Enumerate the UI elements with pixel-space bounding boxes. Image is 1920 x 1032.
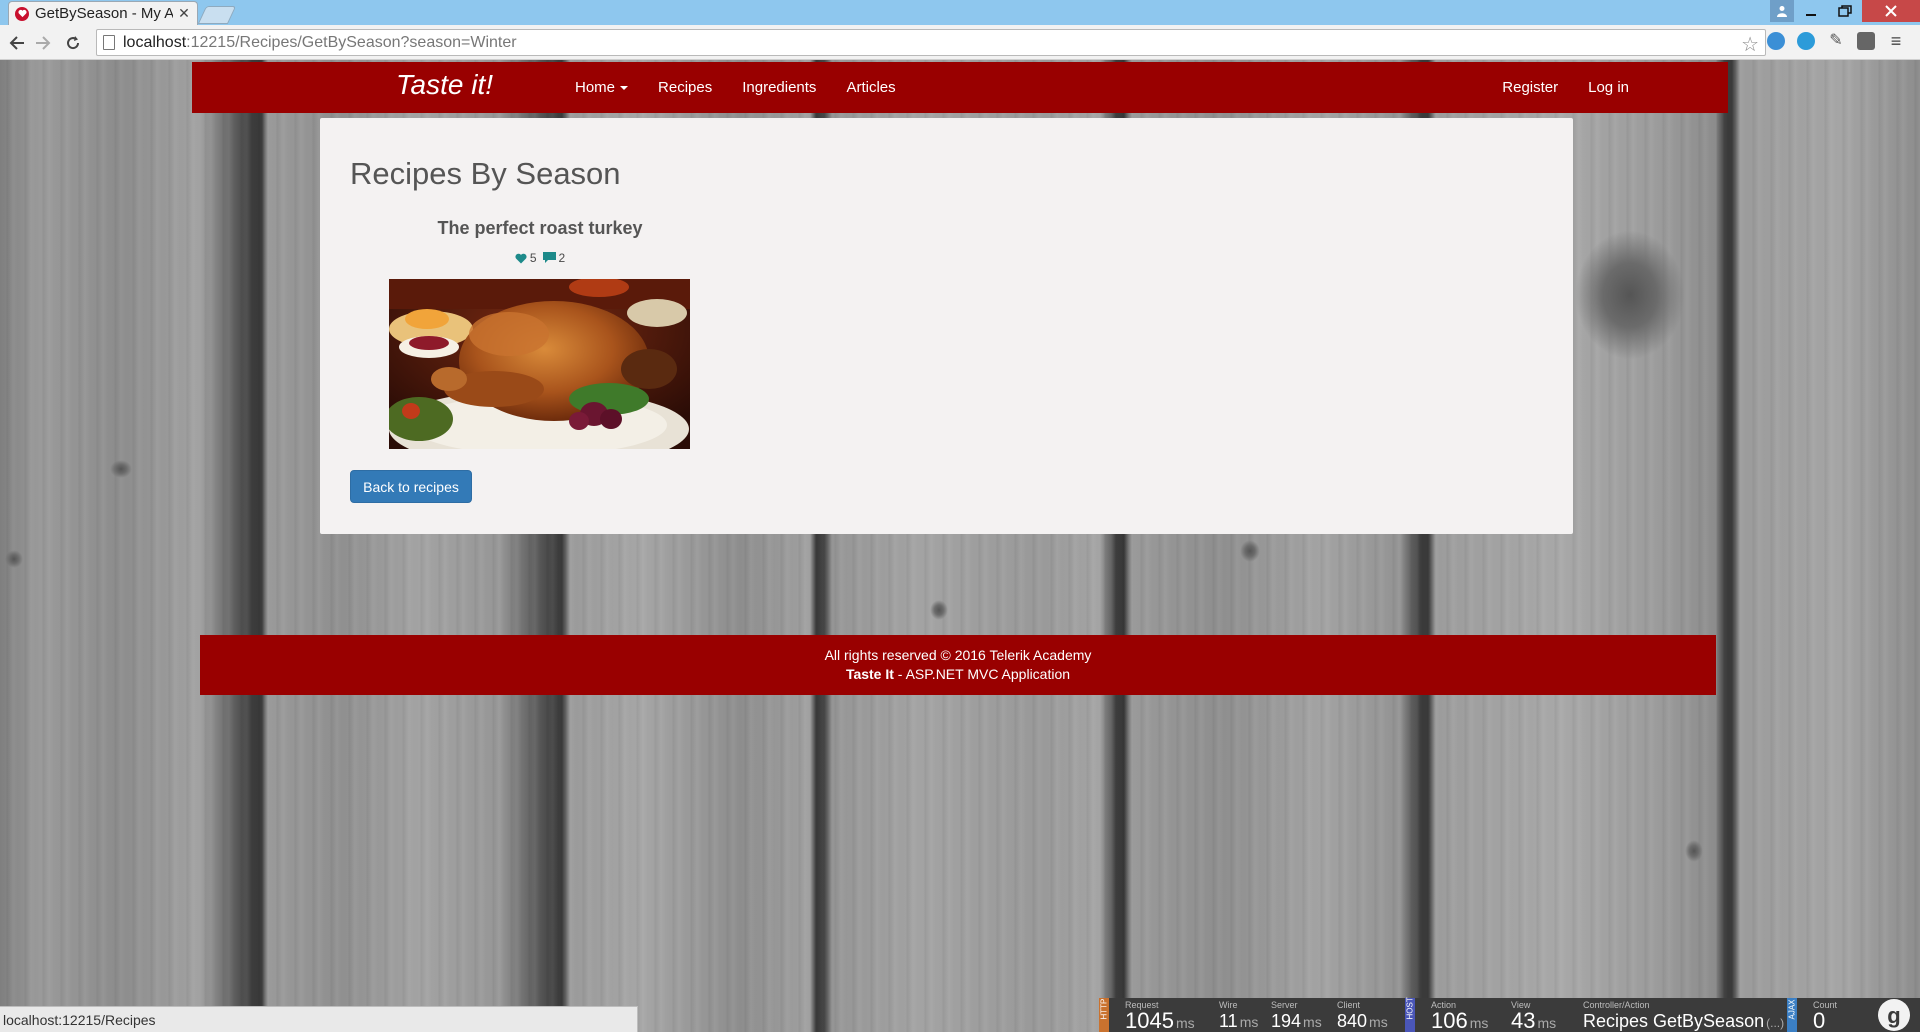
nav-articles[interactable]: Articles: [831, 79, 910, 96]
page-viewport: Taste it! Home Recipes Ingredients Artic…: [0, 60, 1920, 1032]
back-arrow-icon[interactable]: [6, 32, 28, 54]
heart-icon: [515, 253, 527, 264]
wood-knot-decoration: [5, 550, 23, 568]
heart-favicon-icon: [15, 6, 29, 21]
tab-title: GetBySeason - My A: [35, 5, 173, 22]
wood-knot-decoration: [1575, 230, 1685, 360]
glimpse-server[interactable]: Server 194 ms: [1271, 1000, 1322, 1032]
footer-copyright: All rights reserved © 2016 Telerik Acade…: [824, 647, 1092, 663]
caret-down-icon: [620, 86, 629, 91]
new-tab-button[interactable]: [197, 6, 237, 24]
nav-register[interactable]: Register: [1487, 79, 1573, 96]
browser-toolbar: localhost:12215/Recipes/GetBySeason?seas…: [0, 25, 1920, 60]
nav-left: Home Recipes Ingredients Articles: [560, 62, 911, 113]
footer-tagline-rest: - ASP.NET MVC Application: [893, 666, 1071, 682]
bookmark-star-icon[interactable]: ☆: [1741, 32, 1759, 57]
recipe-title[interactable]: The perfect roast turkey: [350, 218, 730, 239]
glimpse-action[interactable]: Action 106 ms: [1431, 1000, 1488, 1032]
glimpse-http-tag: HTTP: [1099, 998, 1109, 1032]
site-footer: All rights reserved © 2016 Telerik Acade…: [200, 635, 1716, 695]
nav-recipes[interactable]: Recipes: [643, 79, 727, 96]
page-title: Recipes By Season: [350, 156, 621, 191]
globe-extension-icon[interactable]: [1767, 32, 1785, 50]
minimize-icon[interactable]: [1794, 0, 1828, 22]
recipe-image[interactable]: [389, 279, 690, 449]
glimpse-wire[interactable]: Wire 11 ms: [1219, 1000, 1258, 1032]
back-to-recipes-button[interactable]: Back to recipes: [350, 470, 472, 503]
browser-tab[interactable]: GetBySeason - My A ✕: [8, 1, 198, 25]
footer-brand: Taste It: [845, 666, 894, 682]
glimpse-host-tag: HOST: [1405, 997, 1415, 1032]
profile-icon[interactable]: [1770, 0, 1794, 22]
glimpse-request[interactable]: Request 1045 ms: [1125, 1000, 1195, 1032]
footer-tagline: Taste It - ASP.NET MVC Application: [200, 666, 1716, 682]
forward-arrow-icon[interactable]: [32, 32, 54, 54]
glimpse-client[interactable]: Client 840 ms: [1337, 1000, 1388, 1032]
nav-right: Register Log in: [1487, 62, 1644, 113]
site-brand[interactable]: Taste it!: [396, 69, 493, 101]
nav-login[interactable]: Log in: [1573, 79, 1644, 96]
window-titlebar: GetBySeason - My A ✕: [0, 0, 1920, 25]
page-icon: [103, 35, 115, 50]
status-url-bubble: localhost:12215/Recipes: [0, 1006, 638, 1032]
close-window-icon[interactable]: [1862, 0, 1920, 22]
recipe-stats: 5 2: [350, 251, 730, 265]
extension-icons: ✎ ≡: [1767, 32, 1905, 50]
comment-icon: [542, 252, 556, 264]
wood-knot-decoration: [1240, 540, 1260, 562]
svg-text:g: g: [1887, 1003, 1900, 1028]
glimpse-ajax-count[interactable]: Count 0: [1813, 1000, 1837, 1032]
wood-knot-decoration: [110, 460, 132, 478]
content-panel: Recipes By Season The perfect roast turk…: [320, 118, 1573, 534]
glimpse-logo-icon[interactable]: g: [1868, 998, 1920, 1032]
address-bar[interactable]: localhost:12215/Recipes/GetBySeason?seas…: [96, 29, 1766, 56]
tab-close-icon[interactable]: ✕: [177, 5, 191, 22]
wood-knot-decoration: [1685, 840, 1703, 862]
angular-extension-icon[interactable]: [1857, 32, 1875, 50]
nav-home-dropdown[interactable]: Home: [560, 79, 643, 96]
glimpse-controller-action[interactable]: Controller/Action Recipes GetBySeason (..…: [1583, 1000, 1784, 1032]
wood-knot-decoration: [930, 600, 948, 620]
glimpse-bar: HTTP Request 1045 ms Wire 11 ms Server 194…: [1099, 997, 1920, 1032]
glimpse-view[interactable]: View 43 ms: [1511, 1000, 1556, 1032]
comments-count: 2: [558, 251, 566, 265]
glimpse-ajax-tag: AJAX: [1787, 998, 1797, 1032]
recipe-card[interactable]: The perfect roast turkey 5 2: [350, 218, 730, 449]
restore-icon[interactable]: [1828, 0, 1862, 22]
site-navbar: Taste it! Home Recipes Ingredients Artic…: [192, 62, 1728, 113]
nav-ingredients[interactable]: Ingredients: [727, 79, 831, 96]
eyedropper-extension-icon[interactable]: ✎: [1827, 32, 1845, 50]
likes-count: 5: [529, 251, 537, 265]
menu-icon[interactable]: ≡: [1887, 32, 1905, 50]
reload-icon[interactable]: [62, 32, 84, 54]
window-controls: [1770, 0, 1920, 22]
blue-extension-icon[interactable]: [1797, 32, 1815, 50]
address-url: localhost:12215/Recipes/GetBySeason?seas…: [123, 33, 517, 51]
